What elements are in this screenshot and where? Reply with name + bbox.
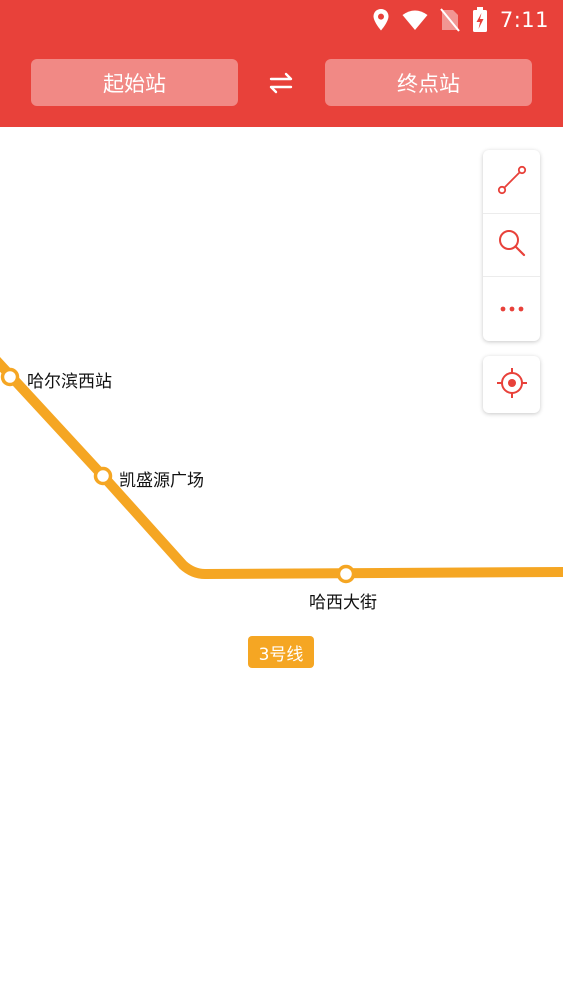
battery-charging-icon: [472, 7, 488, 33]
station-dot-kaishengyuan[interactable]: [93, 466, 113, 486]
station-label[interactable]: 凯盛源广场: [119, 466, 204, 491]
location-icon: [372, 8, 390, 32]
station-label[interactable]: 哈尔滨西站: [27, 367, 112, 392]
more-button[interactable]: [483, 276, 540, 339]
start-station-button[interactable]: 起始站: [31, 59, 238, 106]
top-bar: 7:11 起始站 终点站: [0, 0, 563, 127]
end-station-button[interactable]: 终点站: [325, 59, 532, 106]
route-button[interactable]: [483, 150, 540, 213]
swap-arrows-icon[interactable]: [265, 68, 297, 98]
metro-line-3: [0, 357, 563, 584]
search-icon: [497, 228, 527, 262]
station-dot-harbin-west[interactable]: [0, 367, 20, 387]
status-icons: 7:11: [372, 6, 549, 34]
metro-map[interactable]: 哈尔滨西站 凯盛源广场 哈西大街 3号线: [0, 127, 563, 1000]
line-badge[interactable]: 3号线: [248, 636, 314, 668]
locate-icon: [496, 367, 528, 403]
wifi-icon: [402, 9, 428, 31]
route-icon: [497, 165, 527, 199]
status-bar: 7:11: [0, 0, 563, 40]
status-clock: 7:11: [499, 8, 549, 32]
more-icon: [497, 299, 527, 318]
station-dot-haxi-street[interactable]: [336, 564, 356, 584]
search-button[interactable]: [483, 213, 540, 276]
station-label[interactable]: 哈西大街: [309, 588, 377, 613]
no-sim-icon: [440, 8, 460, 32]
map-toolbar: [483, 150, 540, 341]
locate-button[interactable]: [483, 356, 540, 413]
